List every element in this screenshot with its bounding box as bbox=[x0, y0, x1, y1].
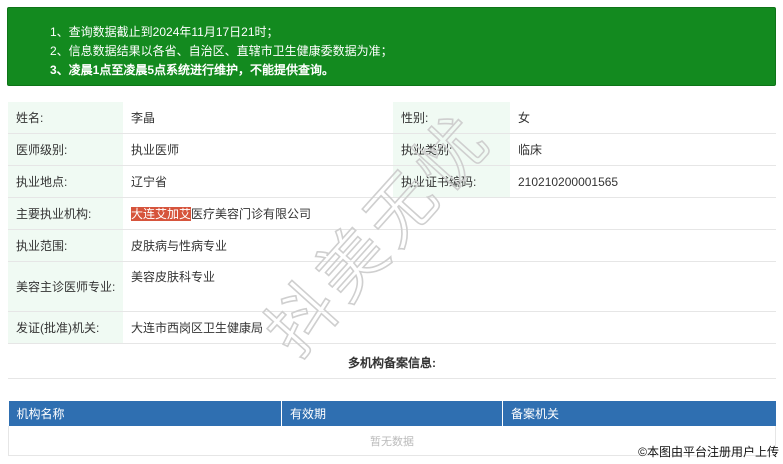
multi-org-header-row: 机构名称 有效期 备案机关 bbox=[8, 401, 776, 426]
scope-value: 皮肤病与性病专业 bbox=[123, 229, 776, 262]
notice-banner: 1、查询数据截止到2024年11月17日21时； 2、信息数据结果以各省、自治区… bbox=[7, 7, 776, 86]
org-highlight: 大连艾加艾 bbox=[131, 207, 192, 221]
info-row: 执业范围: 皮肤病与性病专业 bbox=[8, 229, 776, 262]
cosmetic-value: 美容皮肤科专业 bbox=[123, 261, 776, 312]
level-value: 执业医师 bbox=[123, 133, 393, 166]
org-label: 主要执业机构: bbox=[8, 197, 123, 230]
gender-label: 性别: bbox=[393, 102, 510, 134]
info-row: 执业地点: 辽宁省 执业证书编码: 210210200001565 bbox=[8, 165, 776, 198]
notice-line-2: 2、信息数据结果以各省、自治区、直辖市卫生健康委数据为准； bbox=[50, 44, 393, 58]
org-rest: 医疗美容门诊有限公司 bbox=[191, 207, 312, 221]
copyright-notice: ©本图由平台注册用户上传 bbox=[638, 445, 779, 459]
info-row: 发证(批准)机关: 大连市西岗区卫生健康局 bbox=[8, 311, 776, 344]
info-row: 姓名: 李晶 性别: 女 bbox=[8, 102, 776, 134]
info-row: 医师级别: 执业医师 执业类别: 临床 bbox=[8, 133, 776, 166]
cert-value: 210210200001565 bbox=[510, 165, 776, 198]
cert-label: 执业证书编码: bbox=[393, 165, 510, 198]
category-value: 临床 bbox=[510, 133, 776, 166]
location-value: 辽宁省 bbox=[123, 165, 393, 198]
level-label: 医师级别: bbox=[8, 133, 123, 166]
column-header-validity: 有效期 bbox=[281, 401, 503, 426]
column-header-filing-authority: 备案机关 bbox=[502, 401, 776, 426]
issuer-value: 大连市西岗区卫生健康局 bbox=[123, 311, 776, 344]
info-row: 美容主诊医师专业: 美容皮肤科专业 bbox=[8, 261, 776, 312]
info-row: 主要执业机构: 大连艾加艾医疗美容门诊有限公司 bbox=[8, 197, 776, 230]
issuer-label: 发证(批准)机关: bbox=[8, 311, 123, 344]
column-header-org-name: 机构名称 bbox=[8, 401, 282, 426]
cosmetic-label: 美容主诊医师专业: bbox=[8, 261, 123, 312]
org-value: 大连艾加艾医疗美容门诊有限公司 bbox=[123, 197, 776, 230]
notice-line-3: 3、凌晨1点至凌晨5点系统进行维护，不能提供查询。 bbox=[50, 63, 335, 77]
gender-value: 女 bbox=[510, 102, 776, 134]
scope-label: 执业范围: bbox=[8, 229, 123, 262]
doctor-info-table: 姓名: 李晶 性别: 女 医师级别: 执业医师 执业类别: 临床 执业地点: 辽… bbox=[8, 102, 776, 344]
name-label: 姓名: bbox=[8, 102, 123, 134]
name-value: 李晶 bbox=[123, 102, 393, 134]
location-label: 执业地点: bbox=[8, 165, 123, 198]
category-label: 执业类别: bbox=[393, 133, 510, 166]
multi-org-title: 多机构备案信息: bbox=[8, 347, 776, 379]
notice-line-1: 1、查询数据截止到2024年11月17日21时； bbox=[50, 25, 279, 39]
